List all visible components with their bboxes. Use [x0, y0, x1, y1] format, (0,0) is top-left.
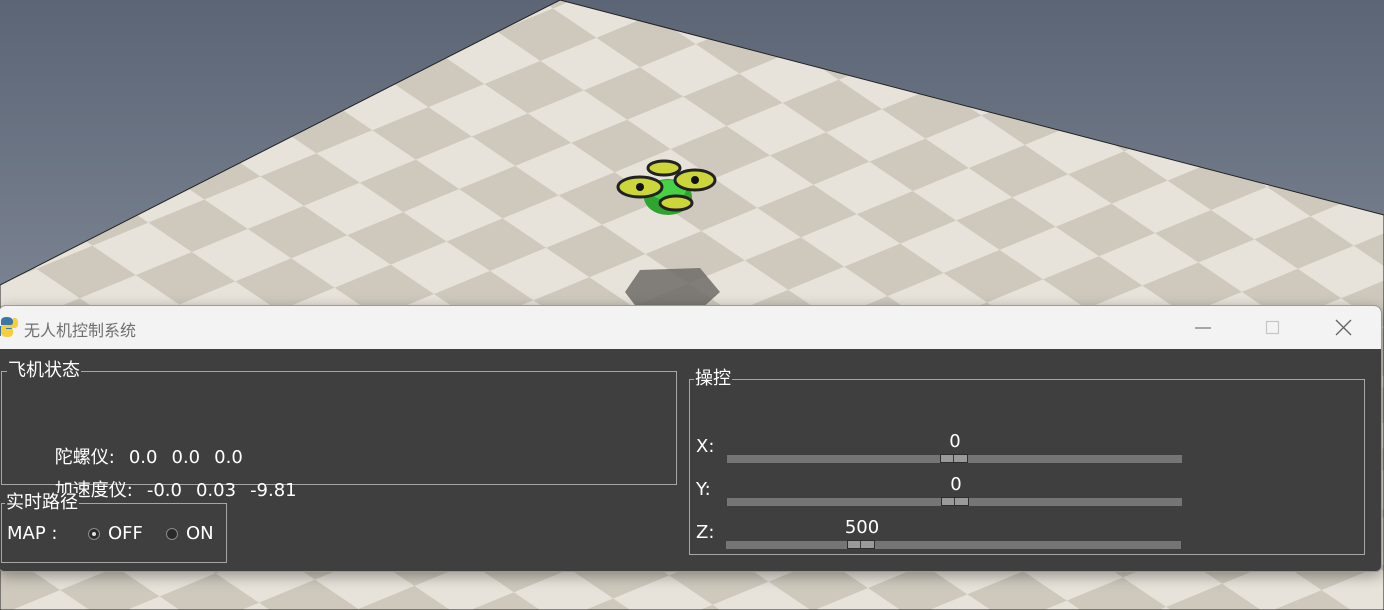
map-off-radio[interactable]: OFF	[86, 523, 156, 547]
map-label: MAP :	[7, 523, 58, 544]
y-slider-track[interactable]	[727, 497, 1182, 506]
map-on-label: ON	[186, 523, 214, 544]
realtime-path-legend: 实时路径	[5, 492, 79, 513]
accelerometer-value-z: -9.81	[250, 480, 297, 501]
z-slider-track[interactable]	[726, 540, 1181, 549]
y-slider-value: 0	[950, 474, 962, 495]
control-group: 操控 X: 0 Y: 0 Z: 500	[689, 369, 1365, 555]
drone-control-window: 无人机控制系统 飞机状态 陀螺仪: 0.0 0.0 0.0 加速度仪: -0.0 0.03…	[0, 305, 1382, 572]
title-bar: 无人机控制系统	[0, 306, 1381, 349]
y-slider-thumb[interactable]	[941, 497, 969, 506]
x-slider-value: 0	[949, 431, 961, 452]
minimize-button[interactable]	[1169, 306, 1239, 349]
map-on-radio[interactable]: ON	[166, 523, 226, 547]
maximize-icon	[1265, 320, 1280, 335]
python-app-icon	[0, 317, 18, 337]
x-axis-label: X:	[696, 436, 715, 457]
y-axis-label: Y:	[696, 479, 711, 500]
x-slider-track[interactable]	[727, 454, 1182, 463]
aircraft-status-group: 飞机状态 陀螺仪: 0.0 0.0 0.0 加速度仪: -0.0 0.03 -9.81	[1, 361, 677, 501]
minimize-icon	[1195, 327, 1211, 329]
x-slider-thumb[interactable]	[940, 454, 968, 463]
z-slider-value: 500	[844, 517, 880, 538]
window-title: 无人机控制系统	[24, 321, 137, 340]
map-on-radio-indicator[interactable]	[166, 528, 178, 540]
window-content: 飞机状态 陀螺仪: 0.0 0.0 0.0 加速度仪: -0.0 0.03 -9.81 实时…	[0, 349, 1381, 571]
close-button[interactable]	[1309, 306, 1379, 349]
close-icon	[1335, 319, 1352, 336]
z-axis-label: Z:	[696, 522, 715, 543]
accelerometer-value-x: -0.0	[146, 480, 182, 501]
accelerometer-value-y: 0.03	[195, 480, 237, 501]
z-slider-thumb[interactable]	[847, 540, 875, 549]
map-off-radio-indicator[interactable]	[88, 528, 100, 540]
map-off-label: OFF	[108, 523, 143, 544]
realtime-path-group: 实时路径 MAP : OFF ON	[1, 493, 227, 563]
control-legend: 操控	[694, 368, 732, 389]
aircraft-status-legend: 飞机状态	[7, 360, 81, 381]
maximize-button[interactable]	[1239, 306, 1309, 349]
